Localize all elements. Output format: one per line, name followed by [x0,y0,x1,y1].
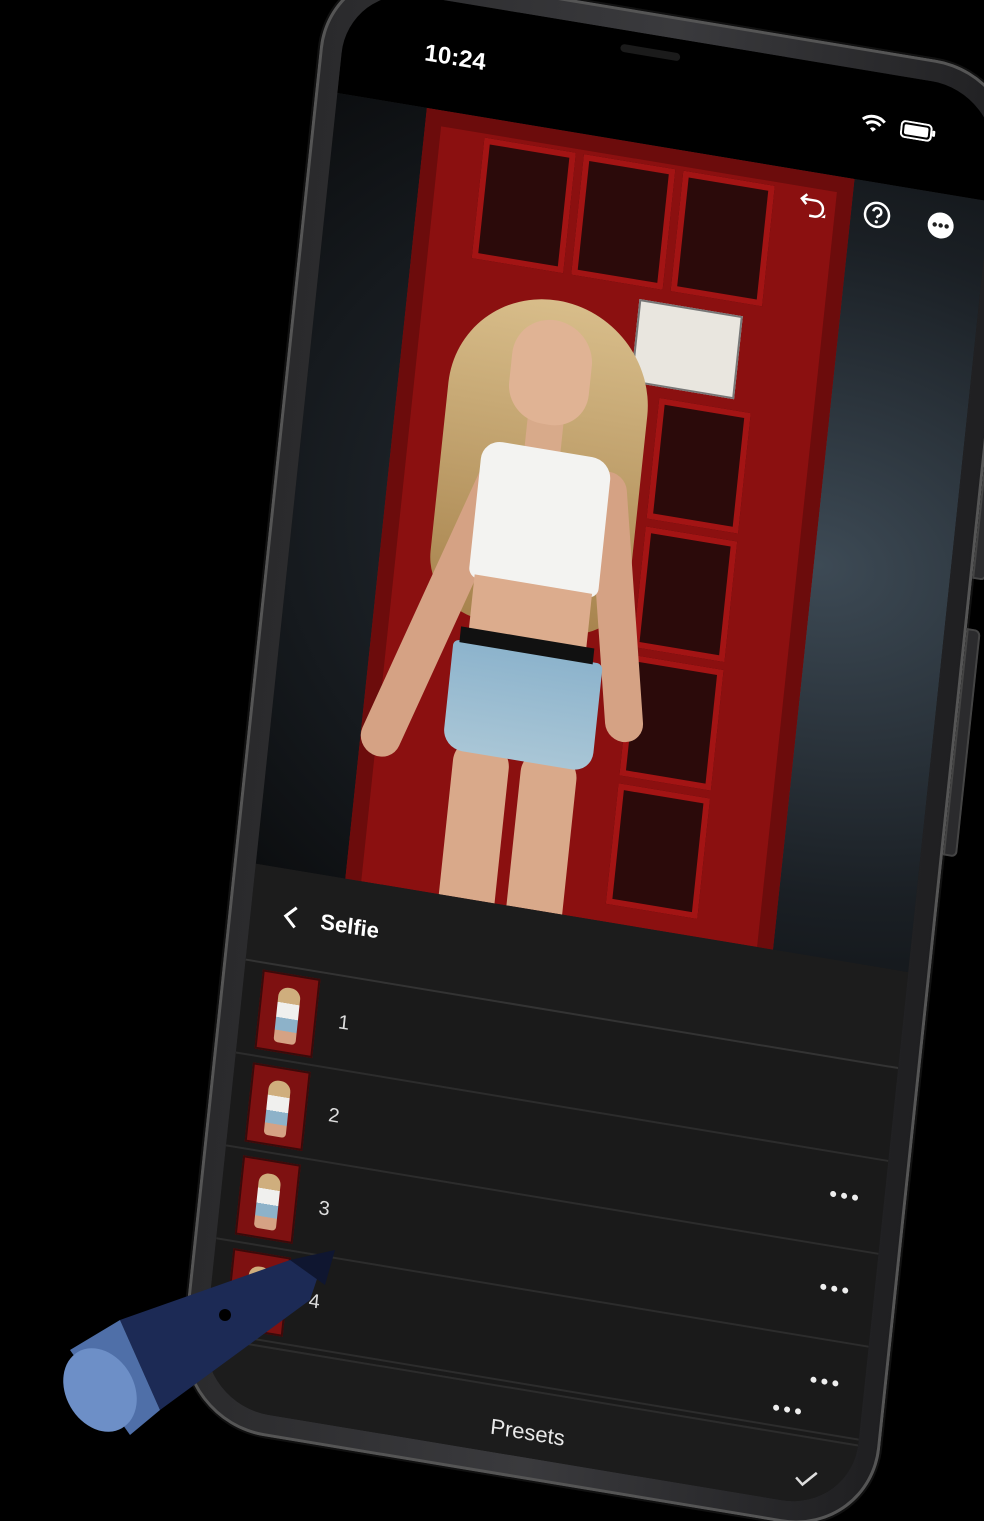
subject-top [468,438,613,599]
preset-label: 3 [317,1196,331,1221]
booth-pane [571,154,676,290]
thumbnail-subject [253,1172,282,1232]
photo-preview[interactable] [255,92,984,973]
booth-pane [646,397,751,534]
status-time: 10:24 [423,39,488,77]
stage: 10:24 Selfie 1 2 3 4 Presets [0,0,984,1521]
thumbnail-subject [273,986,302,1046]
more-icon[interactable] [921,205,961,247]
panel-title: Selfie [319,908,381,944]
stylus-illustration [60,1240,340,1440]
check-icon[interactable] [793,1466,819,1495]
chevron-left-icon[interactable] [277,902,306,932]
booth-pane [670,170,775,307]
thumbnail-subject [263,1079,292,1139]
preset-thumbnail [234,1155,301,1244]
booth-pane [605,783,711,920]
more-icon[interactable] [810,1376,839,1387]
help-icon[interactable] [857,194,897,236]
booth-sign [630,299,743,400]
preset-thumbnail [244,1062,311,1151]
battery-icon [899,119,937,143]
speaker [620,43,681,62]
preset-thumbnail [254,969,321,1059]
preset-label: 1 [337,1010,351,1035]
more-icon[interactable] [820,1283,849,1294]
booth-pane [632,526,738,663]
preset-label: 2 [327,1103,341,1128]
wifi-icon [860,112,888,136]
more-icon[interactable] [829,1190,859,1202]
status-icons [860,112,938,144]
undo-icon[interactable] [794,184,834,226]
booth-pane [471,137,576,274]
